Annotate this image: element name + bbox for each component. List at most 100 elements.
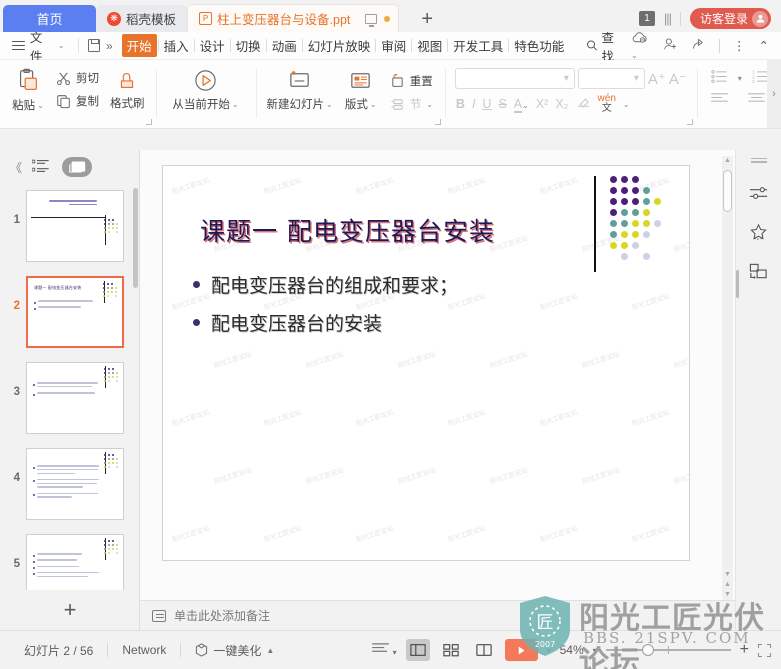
tab-list-icon[interactable]: ||| bbox=[664, 11, 672, 26]
slide-thumbnail-current[interactable]: 课题一 配电变压器台安装 bbox=[26, 276, 124, 348]
thumbnail-list[interactable]: 1 2 课题一 配电变压器台安装 3 4 5 bbox=[0, 184, 140, 590]
list-item[interactable]: 3 bbox=[0, 358, 140, 444]
ribbon-tab-transition[interactable]: 切换 bbox=[232, 34, 265, 57]
ribbon-tab-design[interactable]: 设计 bbox=[196, 34, 229, 57]
zoom-in-button[interactable]: + bbox=[740, 641, 749, 659]
slide-editing-area[interactable]: 阳光工匠论坛 阳光工匠论坛 阳光工匠论坛 阳光工匠论坛 阳光工匠论坛 阳光工匠论坛 阳光工匠… bbox=[140, 150, 735, 630]
scroll-up-icon[interactable]: ▲ bbox=[724, 157, 731, 164]
tab-document[interactable]: P 柱上变压器台与设备.ppt bbox=[187, 4, 400, 32]
more-quick-access-icon[interactable]: » bbox=[106, 39, 113, 53]
thumbnail-scrollbar[interactable] bbox=[133, 188, 138, 288]
clipboard-dialog-launcher[interactable] bbox=[145, 119, 152, 125]
cloud-sync-icon[interactable]: ⌄ bbox=[631, 31, 650, 61]
ribbon-tab-animation[interactable]: 动画 bbox=[268, 34, 301, 57]
tab-template[interactable]: ❋ 稻壳模板 bbox=[96, 5, 188, 32]
increase-font-size-button[interactable]: A⁺ bbox=[648, 70, 666, 88]
font-color-button[interactable]: A⌄ bbox=[513, 97, 529, 113]
outline-view-button[interactable] bbox=[31, 159, 50, 176]
ribbon-tab-developer[interactable]: 开发工具 bbox=[449, 34, 507, 57]
start-slideshow-button[interactable] bbox=[504, 639, 538, 661]
current-slide[interactable]: 阳光工匠论坛 阳光工匠论坛 阳光工匠论坛 阳光工匠论坛 阳光工匠论坛 阳光工匠论坛 阳光工匠… bbox=[162, 165, 690, 561]
add-collaborator-icon[interactable] bbox=[663, 37, 678, 54]
fit-to-window-button[interactable] bbox=[758, 643, 771, 657]
zoom-level[interactable]: 54% bbox=[560, 643, 584, 657]
reset-button[interactable]: 重置 bbox=[386, 72, 437, 90]
cut-button[interactable]: 剪切 bbox=[52, 69, 103, 87]
slide-thumbnail[interactable] bbox=[26, 190, 124, 262]
ribbon-tab-view[interactable]: 视图 bbox=[413, 34, 446, 57]
bold-button[interactable]: B bbox=[456, 97, 465, 111]
vertical-scroll-thumb[interactable] bbox=[723, 170, 732, 212]
new-tab-button[interactable]: + bbox=[413, 9, 441, 32]
presenter-monitor-icon[interactable] bbox=[365, 13, 378, 27]
slide-thumbnail[interactable] bbox=[26, 448, 124, 520]
one-click-beautify-button[interactable]: 一键美化 ▲ bbox=[181, 642, 288, 659]
notes-pane[interactable]: 单击此处添加备注 bbox=[140, 600, 735, 630]
copy-button[interactable]: 复制 bbox=[52, 92, 103, 110]
network-status[interactable]: Network bbox=[108, 643, 180, 657]
paste-button[interactable]: 粘贴 ⌄ bbox=[6, 65, 50, 116]
slide-body-placeholder[interactable]: 配电变压器台的组成和要求； 配电变压器台的安装 bbox=[193, 271, 458, 347]
file-menu-button[interactable]: 文件 ⌄ bbox=[8, 27, 69, 65]
more-options-icon[interactable]: ⋮ bbox=[733, 38, 746, 53]
list-item[interactable]: 5 bbox=[0, 530, 140, 590]
slides-dialog-launcher[interactable] bbox=[434, 119, 441, 125]
list-item[interactable]: 2 课题一 配电变压器台安装 bbox=[0, 272, 140, 358]
bullet-list-button[interactable] bbox=[711, 70, 728, 86]
collapse-panel-button[interactable]: 《 bbox=[10, 159, 22, 176]
login-button[interactable]: 访客登录 bbox=[689, 8, 771, 29]
align-center-button[interactable] bbox=[748, 92, 765, 106]
ribbon-tab-insert[interactable]: 插入 bbox=[160, 34, 193, 57]
slide-title[interactable]: 课题一 配电变压器台安装 bbox=[200, 212, 495, 248]
align-left-button[interactable] bbox=[711, 92, 728, 106]
pinyin-guide-button[interactable]: wén 文 bbox=[598, 94, 616, 114]
italic-button[interactable]: I bbox=[472, 97, 475, 111]
list-item[interactable]: 4 bbox=[0, 444, 140, 530]
slide-thumbnail[interactable] bbox=[26, 534, 124, 590]
pinyin-dropdown-icon[interactable]: ⌄ bbox=[623, 100, 630, 109]
beautify-star-icon[interactable] bbox=[748, 221, 770, 243]
view-slide-sorter-button[interactable] bbox=[439, 639, 463, 661]
ribbon-tab-features[interactable]: 特色功能 bbox=[510, 34, 568, 57]
settings-sliders-icon[interactable] bbox=[748, 182, 770, 204]
zoom-dropdown-icon[interactable]: ▾ bbox=[593, 646, 597, 655]
superscript-button[interactable]: X² bbox=[536, 97, 549, 111]
list-item[interactable]: 1 bbox=[0, 186, 140, 272]
zoom-slider-handle[interactable] bbox=[641, 644, 654, 656]
view-reading-button[interactable] bbox=[472, 639, 496, 661]
slideshow-dropdown-icon[interactable]: ▾ bbox=[547, 646, 551, 655]
next-slide-icon[interactable]: ▼ bbox=[724, 591, 731, 598]
slide-vertical-scrollbar[interactable]: ▲ ▼ ▲ ▼ bbox=[722, 156, 733, 600]
slide-thumbnail[interactable] bbox=[26, 362, 124, 434]
tab-home[interactable]: 首页 bbox=[3, 5, 96, 32]
share-icon[interactable] bbox=[691, 37, 706, 54]
font-dialog-launcher[interactable] bbox=[686, 119, 693, 125]
layout-button[interactable]: 版式 ⌄ bbox=[338, 65, 384, 115]
note-view-button[interactable]: ▾ bbox=[372, 642, 397, 658]
collapse-ribbon-icon[interactable]: ⌃ bbox=[759, 38, 769, 53]
ribbon-tab-review[interactable]: 审阅 bbox=[377, 34, 410, 57]
duplicate-shapes-icon[interactable] bbox=[748, 260, 770, 282]
find-button[interactable]: 查找 bbox=[586, 27, 625, 65]
decrease-font-size-button[interactable]: A⁻ bbox=[669, 70, 687, 88]
tab-count-badge[interactable]: 1 bbox=[639, 11, 655, 26]
section-button[interactable]: 节 ⌄ bbox=[386, 95, 437, 113]
slide-counter[interactable]: 幻灯片 2 / 56 bbox=[10, 642, 107, 659]
bullet-dropdown-icon[interactable]: ▾ bbox=[738, 74, 742, 83]
slide-view-button[interactable] bbox=[62, 157, 93, 177]
previous-slide-icon[interactable]: ▲ bbox=[724, 581, 731, 588]
font-size-select[interactable]: ▾ bbox=[577, 68, 645, 89]
save-icon[interactable] bbox=[87, 39, 100, 52]
ribbon-tab-slideshow[interactable]: 幻灯片放映 bbox=[304, 34, 375, 57]
new-slide-button[interactable]: 新建幻灯片 ⌄ bbox=[262, 65, 338, 115]
clear-formatting-button[interactable] bbox=[576, 96, 591, 112]
font-family-select[interactable]: ▾ bbox=[454, 68, 575, 89]
format-painter-button[interactable]: 格式刷 bbox=[105, 65, 150, 114]
scroll-down-icon[interactable]: ▼ bbox=[724, 571, 731, 578]
start-from-current-button[interactable]: 从当前开始 ⌄ bbox=[162, 65, 250, 115]
add-slide-button[interactable]: + bbox=[0, 590, 140, 630]
strikethrough-button[interactable]: S bbox=[498, 97, 506, 111]
sidebar-resize-handle[interactable] bbox=[736, 270, 739, 298]
underline-button[interactable]: U bbox=[482, 97, 491, 111]
zoom-slider[interactable] bbox=[605, 643, 731, 657]
